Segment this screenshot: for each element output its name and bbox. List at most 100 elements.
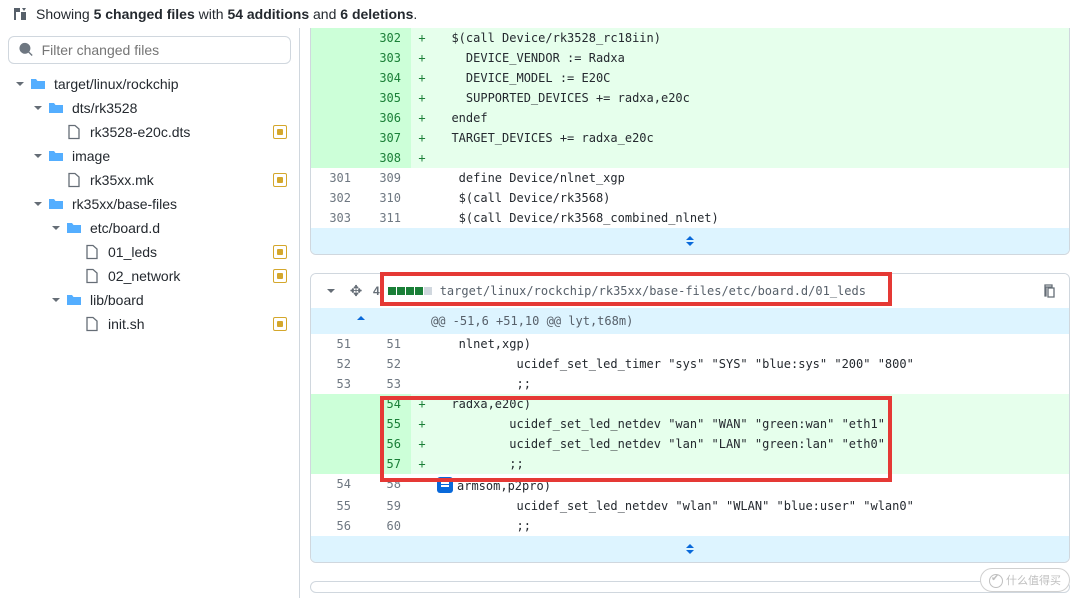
- comment-marker-icon[interactable]: [437, 477, 453, 493]
- tree-folder[interactable]: image: [8, 144, 291, 168]
- diff-code-line[interactable]: 5660 ;;: [311, 516, 1069, 536]
- code-text: ucidef_set_led_timer "sys" "SYS" "blue:s…: [433, 354, 1069, 374]
- diff-code-line[interactable]: 5559 ucidef_set_led_netdev "wlan" "WLAN"…: [311, 496, 1069, 516]
- diff-code-line[interactable]: 54+ radxa,e20c): [311, 394, 1069, 414]
- filter-files-input-wrap[interactable]: [8, 36, 291, 64]
- drag-handle-icon[interactable]: ✥: [347, 282, 365, 300]
- diff-line-count: 4: [373, 284, 380, 298]
- diff-code-line[interactable]: 5252 ucidef_set_led_timer "sys" "SYS" "b…: [311, 354, 1069, 374]
- tree-folder[interactable]: lib/board: [8, 288, 291, 312]
- old-line-number: [311, 434, 361, 454]
- old-line-number: [311, 148, 361, 168]
- diff-code-line[interactable]: 307+ TARGET_DEVICES += radxa_e20c: [311, 128, 1069, 148]
- diff-sign: +: [411, 454, 433, 474]
- diff-file-path: target/linux/rockchip/rk35xx/base-files/…: [440, 284, 1033, 298]
- diff-code-line[interactable]: 308+: [311, 148, 1069, 168]
- diff-sign: +: [411, 148, 433, 168]
- tree-item-label: dts/rk3528: [72, 100, 287, 116]
- diff-file-block: 302+ $(call Device/rk3528_rc18iin)303+ D…: [310, 28, 1070, 255]
- old-line-number: [311, 48, 361, 68]
- old-line-number: 54: [311, 474, 361, 496]
- new-line-number: 311: [361, 208, 411, 228]
- tree-item-label: rk35xx.mk: [90, 172, 273, 188]
- code-text: SUPPORTED_DEVICES += radxa,e20c: [433, 88, 1069, 108]
- new-line-number: 308: [361, 148, 411, 168]
- tree-item-label: init.sh: [108, 316, 273, 332]
- new-line-number: 52: [361, 354, 411, 374]
- diff-code-line[interactable]: 302310 $(call Device/rk3568): [311, 188, 1069, 208]
- tree-item-label: target/linux/rockchip: [54, 76, 287, 92]
- file-tree-sidebar: target/linux/rockchip dts/rk3528 rk3528-e2…: [0, 28, 300, 598]
- diff-sign: [411, 374, 433, 394]
- tree-file[interactable]: rk3528-e20c.dts: [8, 120, 291, 144]
- summary-text: Showing 5 changed files with 54 addition…: [36, 6, 417, 22]
- diff-code-line[interactable]: 305+ SUPPORTED_DEVICES += radxa,e20c: [311, 88, 1069, 108]
- tree-folder[interactable]: rk35xx/base-files: [8, 192, 291, 216]
- tree-item-label: rk3528-e20c.dts: [90, 124, 273, 140]
- tree-file[interactable]: 02_network: [8, 264, 291, 288]
- diff-code-line[interactable]: 303+ DEVICE_VENDOR := Radxa: [311, 48, 1069, 68]
- copy-path-icon[interactable]: [1041, 283, 1057, 299]
- code-text: endef: [433, 108, 1069, 128]
- tree-item-label: 01_leds: [108, 244, 273, 260]
- code-text: ucidef_set_led_netdev "wan" "WAN" "green…: [433, 414, 1069, 434]
- diff-panel[interactable]: 302+ $(call Device/rk3528_rc18iin)303+ D…: [300, 28, 1080, 598]
- old-line-number: [311, 454, 361, 474]
- diff-sign: +: [411, 128, 433, 148]
- diff-sign: [411, 168, 433, 188]
- code-text: $(call Device/rk3568_combined_nlnet): [433, 208, 1069, 228]
- diff-sign: [411, 496, 433, 516]
- diff-file-block: ✥ 4 target/linux/rockchip/rk35xx/base-fi…: [310, 273, 1070, 563]
- filter-files-input[interactable]: [42, 42, 280, 58]
- new-line-number: 51: [361, 334, 411, 354]
- diff-code-line[interactable]: 303311 $(call Device/rk3568_combined_nln…: [311, 208, 1069, 228]
- hunk-header[interactable]: @@ -51,6 +51,10 @@ lyt,t68m): [311, 308, 1069, 334]
- diff-sign: [411, 188, 433, 208]
- diff-code-line[interactable]: 301309 define Device/nlnet_xgp: [311, 168, 1069, 188]
- tree-folder[interactable]: dts/rk3528: [8, 96, 291, 120]
- modified-badge-icon: [273, 125, 287, 139]
- diff-code-line[interactable]: 56+ ucidef_set_led_netdev "lan" "LAN" "g…: [311, 434, 1069, 454]
- tree-file[interactable]: rk35xx.mk: [8, 168, 291, 192]
- new-line-number: 54: [361, 394, 411, 414]
- old-line-number: [311, 108, 361, 128]
- new-line-number: 59: [361, 496, 411, 516]
- diff-sign: +: [411, 414, 433, 434]
- code-text: armsom,p2pro): [433, 474, 1069, 496]
- new-line-number: 55: [361, 414, 411, 434]
- diff-sign: [411, 334, 433, 354]
- code-text: radxa,e20c): [433, 394, 1069, 414]
- diff-code-line[interactable]: 55+ ucidef_set_led_netdev "wan" "WAN" "g…: [311, 414, 1069, 434]
- diff-sign: +: [411, 434, 433, 454]
- diff-code-line[interactable]: 302+ $(call Device/rk3528_rc18iin): [311, 28, 1069, 48]
- tree-item-label: rk35xx/base-files: [72, 196, 287, 212]
- old-line-number: [311, 68, 361, 88]
- code-text: TARGET_DEVICES += radxa_e20c: [433, 128, 1069, 148]
- old-line-number: 303: [311, 208, 361, 228]
- tree-file[interactable]: 01_leds: [8, 240, 291, 264]
- tree-file[interactable]: init.sh: [8, 312, 291, 336]
- diff-sign: +: [411, 108, 433, 128]
- expand-hunk-down[interactable]: [311, 228, 1069, 254]
- diff-code-line[interactable]: 304+ DEVICE_MODEL := E20C: [311, 68, 1069, 88]
- diff-file-block: [310, 581, 1070, 593]
- code-text: ucidef_set_led_netdev "lan" "LAN" "green…: [433, 434, 1069, 454]
- old-line-number: 55: [311, 496, 361, 516]
- old-line-number: 56: [311, 516, 361, 536]
- chevron-down-icon[interactable]: [323, 283, 339, 299]
- new-line-number: 57: [361, 454, 411, 474]
- code-text: ;;: [433, 454, 1069, 474]
- new-line-number: 302: [361, 28, 411, 48]
- diff-icon: [12, 6, 28, 22]
- tree-folder[interactable]: target/linux/rockchip: [8, 72, 291, 96]
- tree-folder[interactable]: etc/board.d: [8, 216, 291, 240]
- modified-badge-icon: [273, 269, 287, 283]
- new-line-number: 60: [361, 516, 411, 536]
- diff-code-line[interactable]: 306+ endef: [311, 108, 1069, 128]
- expand-hunk-down[interactable]: [311, 536, 1069, 562]
- diff-code-line[interactable]: 5458 armsom,p2pro): [311, 474, 1069, 496]
- new-line-number: 305: [361, 88, 411, 108]
- diff-code-line[interactable]: 5151 nlnet,xgp): [311, 334, 1069, 354]
- diff-code-line[interactable]: 5353 ;;: [311, 374, 1069, 394]
- diff-code-line[interactable]: 57+ ;;: [311, 454, 1069, 474]
